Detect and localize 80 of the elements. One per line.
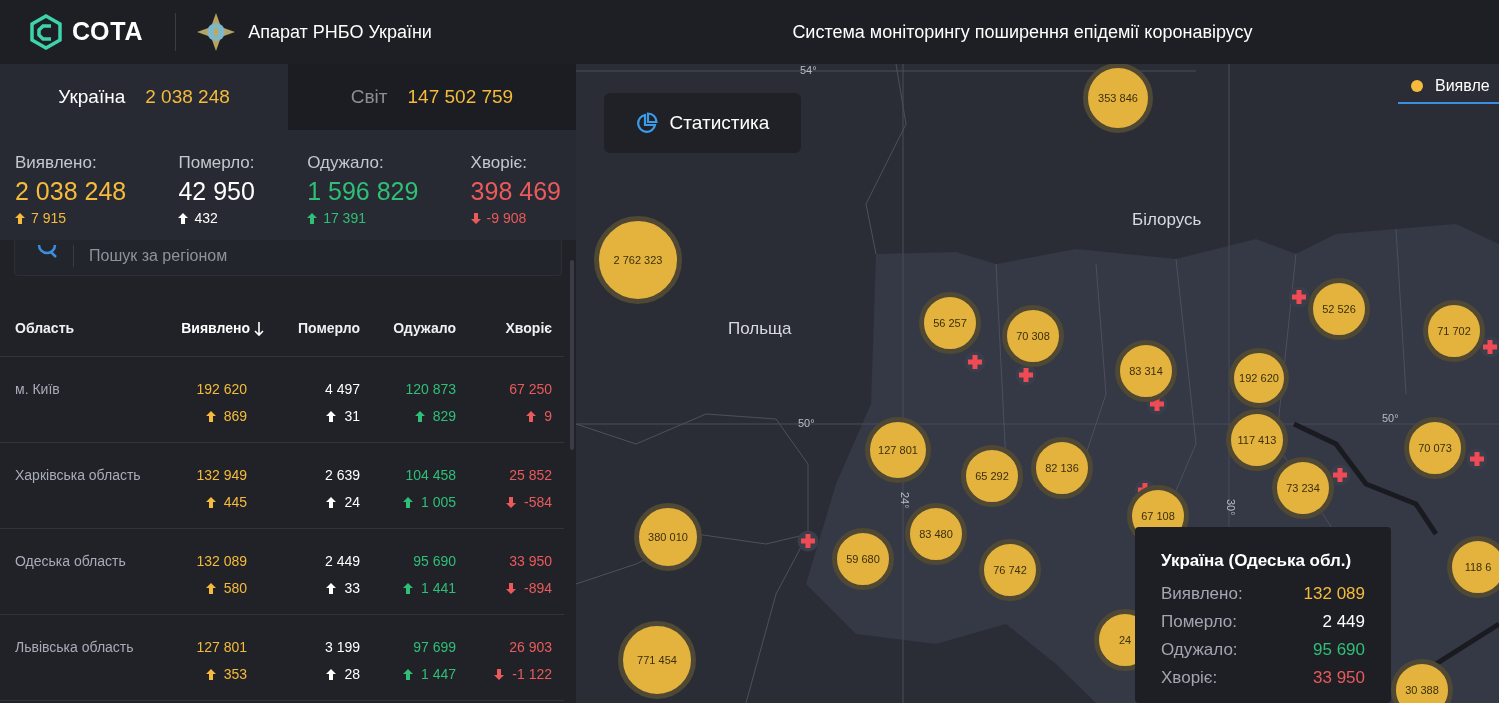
table-cell-text: 104 458 (405, 466, 456, 485)
tooltip-label: Виявлено: (1161, 582, 1243, 605)
summary-label: Хворіє: (470, 152, 528, 174)
column-header[interactable]: Одужало (360, 318, 456, 339)
grid-label: 50° (1382, 411, 1399, 426)
organization-name: Апарат РНБО України (248, 20, 432, 44)
summary-label: Померло: (178, 152, 255, 174)
tooltip-value: 2 449 (1322, 610, 1365, 633)
change-value: 829 (432, 407, 456, 426)
table-cell-text: 33 950 (509, 552, 552, 571)
scope-tab[interactable]: Україна 2 038 248 (0, 64, 288, 130)
scope-tab[interactable]: Світ 147 502 759 (288, 64, 576, 130)
tooltip-value: 132 089 (1303, 582, 1365, 605)
table-cell-text: 4 497 (324, 380, 360, 399)
change-value: 24 (344, 493, 360, 512)
tooltip-value: 95 690 (1313, 638, 1365, 661)
summary-change: 17 391 (323, 208, 366, 228)
table-cell-text: 3 199 (324, 638, 360, 657)
change-value: 353 (223, 665, 247, 684)
grid-label: 54° (800, 64, 817, 78)
table-cell-text: 192 620 (196, 380, 247, 399)
summary-label: Одужало: (307, 152, 385, 174)
table-cell-text: 97 699 (413, 638, 456, 657)
change-value: 445 (223, 493, 247, 512)
change-value: 869 (223, 407, 247, 426)
sort-arrow-icon (254, 320, 264, 337)
summary-value: 2 038 248 (15, 175, 127, 206)
table-cell-text: 132 949 (196, 466, 247, 485)
hospital-cross-icon (797, 530, 819, 552)
table-cell-text: 127 801 (196, 638, 247, 657)
change-value: 31 (344, 407, 360, 426)
change-value: 580 (223, 579, 247, 598)
change-value: 1 005 (420, 493, 456, 512)
logo-text: СОТА (72, 16, 144, 48)
column-header[interactable]: Виявлено (150, 318, 264, 339)
table-cell-text: 2 449 (324, 552, 360, 571)
grid-label: 50° (798, 416, 815, 431)
change-value: -1 122 (512, 665, 552, 684)
emblem-icon (196, 12, 237, 52)
tooltip-title: Україна (Одеська обл.) (1161, 550, 1353, 572)
region-name[interactable]: Одеська область (0, 551, 150, 572)
page-title: Система моніторингу поширення епідемії коронавірусу (792, 20, 1253, 44)
tooltip-label: Хворіє: (1161, 666, 1218, 689)
summary-change: -9 908 (486, 208, 527, 228)
table-cell-text: 26 903 (509, 638, 552, 657)
summary-value: 1 596 829 (307, 175, 419, 206)
tooltip-value: 33 950 (1313, 666, 1365, 689)
grid-label: 30° (1223, 498, 1238, 516)
table-cell-text: 2 639 (324, 466, 360, 485)
country-label: Білорусь (1132, 209, 1202, 231)
summary-change: 7 915 (31, 208, 67, 228)
summary-label: Виявлено: (15, 152, 98, 174)
column-header[interactable]: Хворіє (456, 318, 552, 339)
country-label: Польща (728, 318, 792, 340)
change-value: -894 (523, 579, 552, 598)
change-value: 28 (344, 665, 360, 684)
change-value: 9 (544, 407, 552, 426)
change-value: -584 (523, 493, 552, 512)
summary-value: 42 950 (178, 175, 255, 206)
table-cell-text: 25 852 (509, 466, 552, 485)
change-value: 1 441 (420, 579, 456, 598)
summary-change: 432 (194, 208, 218, 228)
logo-icon (28, 14, 64, 50)
region-name[interactable]: Харківська область (0, 465, 150, 486)
table-cell-text: 120 873 (405, 380, 456, 399)
tooltip-label: Померло: (1161, 610, 1237, 633)
pie-chart-icon (635, 112, 658, 134)
column-header[interactable]: Померло (264, 318, 360, 339)
table-cell-text: 95 690 (413, 552, 456, 571)
statistics-button[interactable]: Статистика (604, 93, 801, 153)
column-header[interactable]: Область (0, 318, 150, 339)
summary-value: 398 469 (470, 175, 561, 206)
table-cell-text: 67 250 (509, 380, 552, 399)
region-name[interactable]: Львівська область (0, 637, 150, 658)
change-value: 1 447 (420, 665, 456, 684)
change-value: 33 (344, 579, 360, 598)
search-icon (36, 245, 58, 259)
tooltip-label: Одужало: (1161, 638, 1238, 661)
region-name[interactable]: м. Київ (0, 379, 150, 400)
table-cell-text: 132 089 (196, 552, 247, 571)
